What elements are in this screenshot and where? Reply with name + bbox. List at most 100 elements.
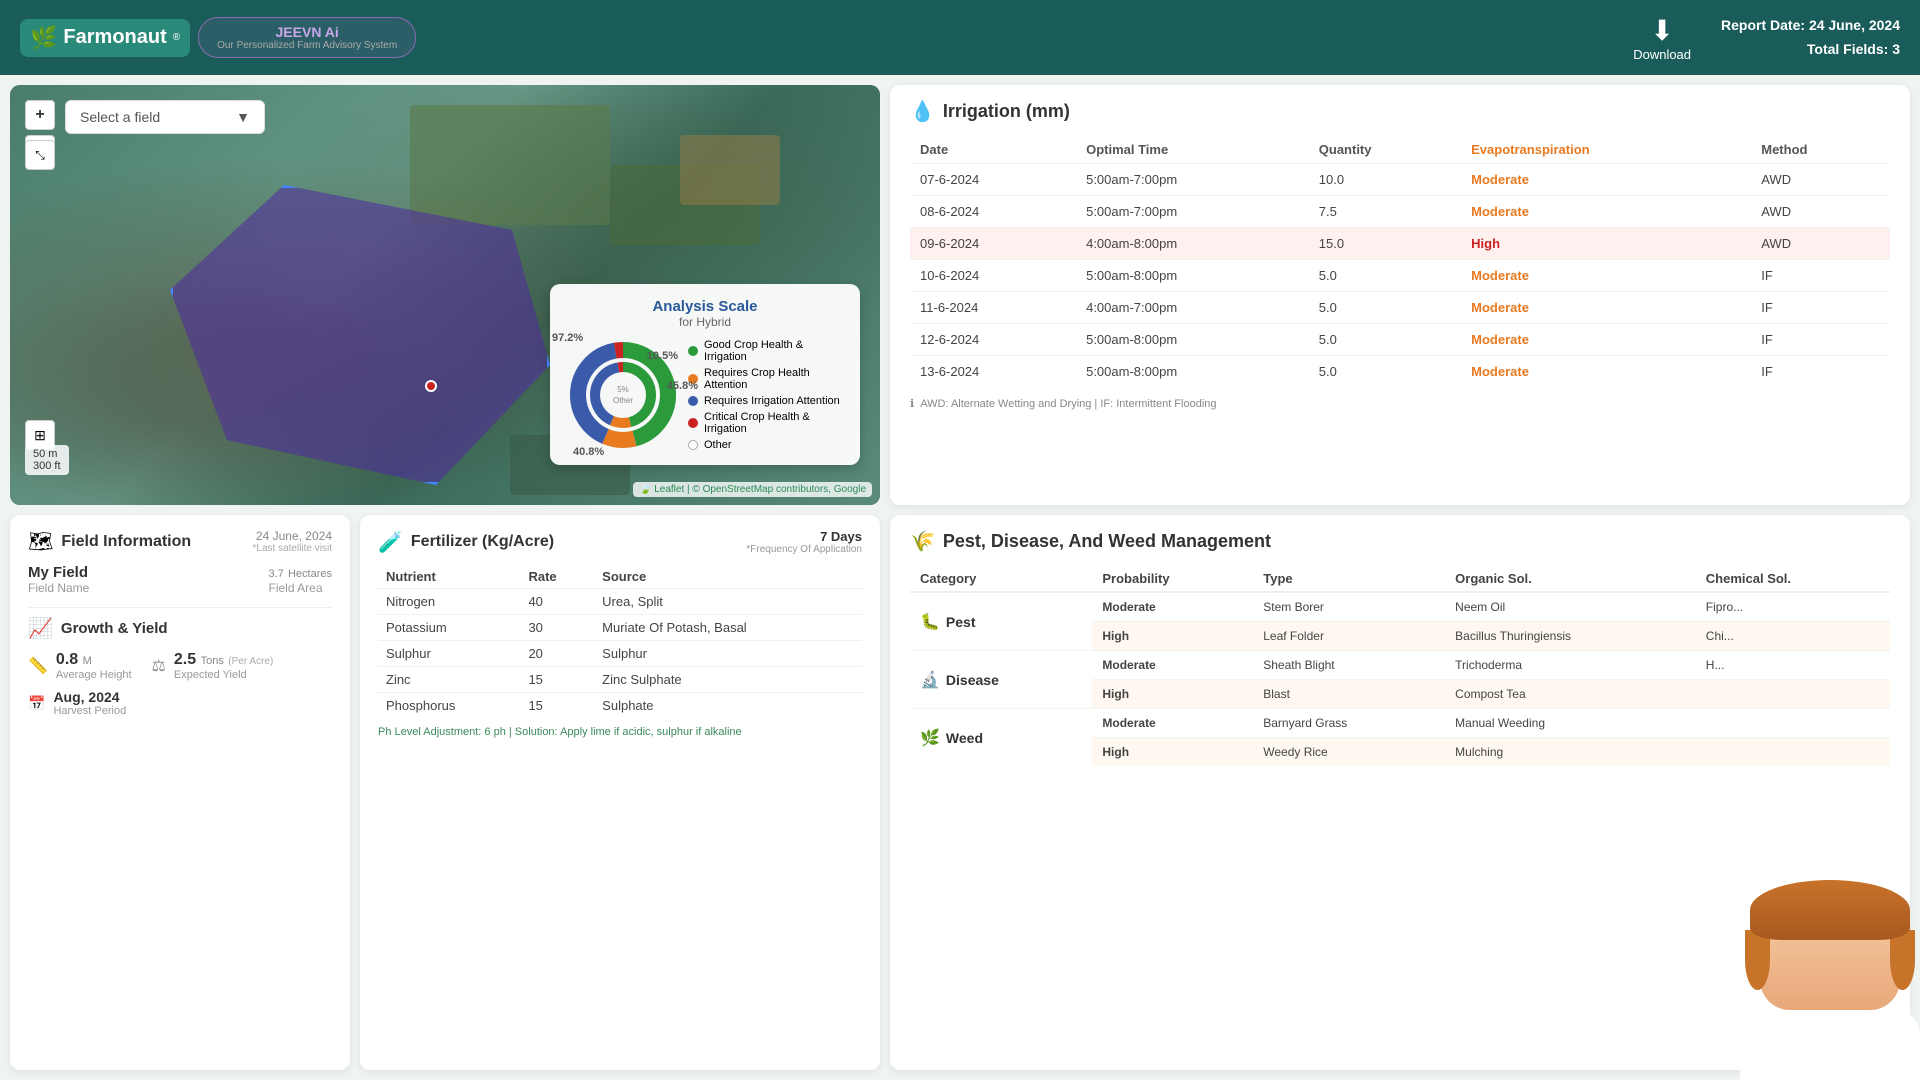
- fert-header-row: Nutrient Rate Source: [378, 565, 862, 589]
- field-info-title-area: 🗺 Field Information: [28, 529, 191, 554]
- fert-source: Sulphur: [594, 641, 862, 667]
- fert-source: Urea, Split: [594, 589, 862, 615]
- scale-meters: 50 m: [33, 448, 61, 460]
- irr-qty: 5.0: [1309, 324, 1461, 356]
- download-button[interactable]: ⬇ Download: [1633, 14, 1691, 62]
- pest-prob: High: [1092, 738, 1253, 767]
- total-fields-label: Total Fields:: [1807, 41, 1888, 57]
- harvest-value: Aug, 2024: [53, 689, 126, 705]
- irrigation-card: 💧 Irrigation (mm) Date Optimal Time Quan…: [890, 85, 1910, 505]
- table-row: 08-6-2024 5:00am-7:00pm 7.5 Moderate AWD: [910, 196, 1890, 228]
- header-right: ⬇ Download Report Date: 24 June, 2024 To…: [1633, 14, 1900, 62]
- irr-date: 09-6-2024: [910, 228, 1076, 260]
- irr-col-date: Date: [910, 136, 1076, 164]
- harvest-label: Harvest Period: [53, 705, 126, 717]
- pest-organic: Trichoderma: [1445, 651, 1696, 680]
- irrigation-table-body: 07-6-2024 5:00am-7:00pm 10.0 Moderate AW…: [910, 164, 1890, 388]
- pest-col-category: Category: [910, 566, 1092, 592]
- report-date: 24 June, 2024: [1809, 17, 1900, 33]
- yield-data: 2.5 Tons (Per Acre) Expected Yield: [174, 651, 273, 681]
- pest-chemical: Fipro...: [1696, 592, 1890, 622]
- irr-qty: 15.0: [1309, 228, 1461, 260]
- analysis-subtitle: for Hybrid: [568, 315, 842, 329]
- fert-rate: 15: [520, 667, 594, 693]
- donut-label-45: 45.8%: [667, 380, 698, 392]
- irrigation-note: ℹ AWD: Alternate Wetting and Drying | IF…: [910, 397, 1890, 410]
- table-row: Potassium 30 Muriate Of Potash, Basal: [378, 615, 862, 641]
- legend-dot-blue: [688, 396, 698, 406]
- pest-chemical: [1696, 738, 1890, 767]
- fertilizer-icon: 🧪: [378, 530, 403, 555]
- legend-dot-white: [688, 440, 698, 450]
- pest-prob: Moderate: [1092, 592, 1253, 622]
- irr-qty: 5.0: [1309, 292, 1461, 324]
- table-row: 09-6-2024 4:00am-8:00pm 15.0 High AWD: [910, 228, 1890, 260]
- main-content: + − ⤡ ⊞ Select a field ▼ 50 m 300 ft 🍃 L…: [0, 75, 1920, 1080]
- yield-value: 2.5: [174, 651, 196, 668]
- irr-et: Moderate: [1461, 164, 1751, 196]
- fert-source: Sulphate: [594, 693, 862, 719]
- svg-text:5%: 5%: [617, 385, 629, 394]
- pest-organic: Compost Tea: [1445, 680, 1696, 709]
- pest-category-pest: 🐛Pest: [910, 592, 1092, 651]
- table-row: 07-6-2024 5:00am-7:00pm 10.0 Moderate AW…: [910, 164, 1890, 196]
- fertilizer-table: Nutrient Rate Source Nitrogen 40 Urea, S…: [378, 565, 862, 718]
- irr-qty: 5.0: [1309, 260, 1461, 292]
- irr-method: AWD: [1751, 228, 1890, 260]
- pest-col-chemical: Chemical Sol.: [1696, 566, 1890, 592]
- harvest-row: 📅 Aug, 2024 Harvest Period: [28, 689, 332, 717]
- map-container: + − ⤡ ⊞ Select a field ▼ 50 m 300 ft 🍃 L…: [10, 85, 880, 505]
- weed-icon: 🌿: [920, 728, 940, 748]
- pest-type: Leaf Folder: [1253, 622, 1445, 651]
- pest-organic: Manual Weeding: [1445, 709, 1696, 738]
- analysis-title: Analysis Scale: [568, 298, 842, 315]
- table-row: 11-6-2024 4:00am-7:00pm 5.0 Moderate IF: [910, 292, 1890, 324]
- fert-rate: 40: [520, 589, 594, 615]
- fertilizer-frequency-area: 7 Days *Frequency Of Application: [746, 529, 862, 555]
- irr-method: IF: [1751, 356, 1890, 388]
- donut-label-97: 97.2%: [552, 332, 583, 344]
- fertilizer-header: 🧪 Fertilizer (Kg/Acre) 7 Days *Frequency…: [378, 529, 862, 555]
- fertilizer-days: 7 Days: [746, 529, 862, 544]
- logo-box: 🌿 Farmonaut®: [20, 19, 190, 57]
- height-value: 0.8: [56, 651, 78, 668]
- irr-date: 08-6-2024: [910, 196, 1076, 228]
- field-select-dropdown[interactable]: Select a field ▼: [65, 100, 265, 134]
- pest-icon: 🐛: [920, 612, 940, 632]
- header-left: 🌿 Farmonaut® JEEVN Ai Our Personalized F…: [20, 17, 416, 58]
- irr-qty: 7.5: [1309, 196, 1461, 228]
- fert-source: Muriate Of Potash, Basal: [594, 615, 862, 641]
- irr-qty: 10.0: [1309, 164, 1461, 196]
- map-attribution: 🍃 Leaflet | © OpenStreetMap contributors…: [633, 482, 872, 497]
- pest-type: Barnyard Grass: [1253, 709, 1445, 738]
- col-rate: Rate: [520, 565, 594, 589]
- logo-reg: ®: [173, 32, 180, 43]
- fert-rate: 15: [520, 693, 594, 719]
- bottom-left-section: 🗺 Field Information 24 June, 2024 *Last …: [10, 515, 880, 1070]
- analysis-legend: Good Crop Health & Irrigation Requires C…: [688, 339, 842, 451]
- yield-item: ⚖ 2.5 Tons (Per Acre) Expected Yield: [152, 651, 274, 681]
- irrigation-title: Irrigation (mm): [943, 101, 1070, 122]
- irrigation-header: 💧 Irrigation (mm): [910, 99, 1890, 124]
- ph-note: Ph Level Adjustment: 6 ph: [378, 726, 506, 738]
- fullscreen-button[interactable]: ⤡: [25, 140, 55, 170]
- legend-label-good: Good Crop Health & Irrigation: [704, 339, 842, 363]
- fertilizer-card: 🧪 Fertilizer (Kg/Acre) 7 Days *Frequency…: [360, 515, 880, 1070]
- fert-nutrient: Sulphur: [378, 641, 520, 667]
- irr-date: 12-6-2024: [910, 324, 1076, 356]
- fert-nutrient: Zinc: [378, 667, 520, 693]
- growth-header: 📈 Growth & Yield: [28, 616, 332, 641]
- irr-time: 5:00am-8:00pm: [1076, 260, 1309, 292]
- analysis-body: 5% Other 97.2% 10.5% 45.8% 40.8% Good Cr…: [568, 339, 842, 451]
- map-scale: 50 m 300 ft: [25, 445, 69, 475]
- irr-method: IF: [1751, 260, 1890, 292]
- col-source: Source: [594, 565, 862, 589]
- pest-chemical: [1696, 680, 1890, 709]
- legend-item-requires-crop: Requires Crop Health Attention: [688, 367, 842, 391]
- legend-label-other: Other: [704, 439, 732, 451]
- zoom-in-button[interactable]: +: [25, 100, 55, 130]
- field-info-date: 24 June, 2024: [253, 529, 332, 543]
- yield-value-line: 2.5 Tons (Per Acre): [174, 651, 273, 669]
- fertilizer-freq: *Frequency Of Application: [746, 544, 862, 555]
- pest-prob: Moderate: [1092, 709, 1253, 738]
